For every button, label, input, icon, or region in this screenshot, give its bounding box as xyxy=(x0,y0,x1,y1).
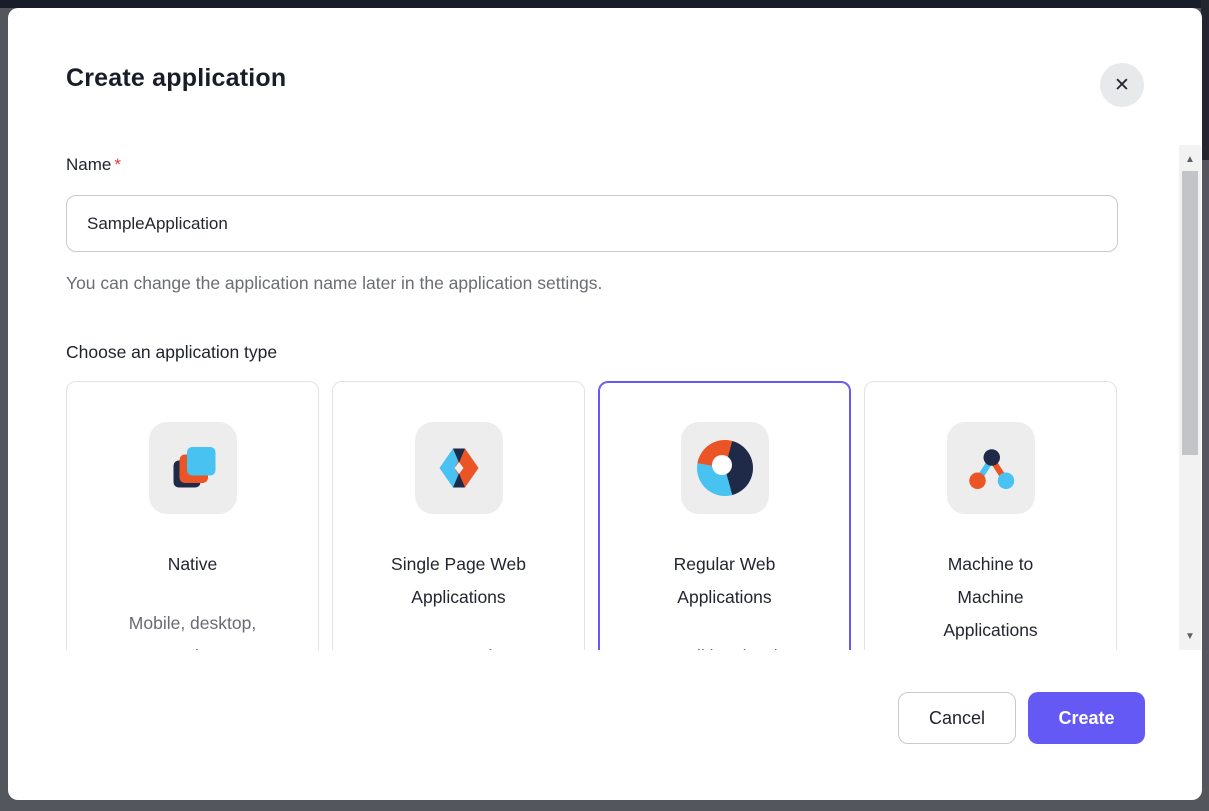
native-stacked-squares-icon xyxy=(163,438,223,498)
name-label: Name* xyxy=(66,155,121,175)
card-title: Native xyxy=(168,548,218,581)
scrollbar-thumb[interactable] xyxy=(1182,171,1198,455)
scroll-down-arrow[interactable]: ▼ xyxy=(1179,624,1201,648)
card-single-page-web[interactable]: Single Page Web Applications A JavaScrip… xyxy=(332,381,585,650)
card-regular-web[interactable]: Regular Web Applications Traditional web xyxy=(598,381,851,650)
m2m-icon-tile xyxy=(947,422,1035,514)
card-native[interactable]: Native Mobile, desktop, CLI and smart xyxy=(66,381,319,650)
spa-diamonds-icon xyxy=(429,438,489,498)
create-button[interactable]: Create xyxy=(1028,692,1145,744)
card-title: Machine to Machine Applications xyxy=(943,548,1037,647)
regular-web-icon-tile xyxy=(681,422,769,514)
dialog-scroll-area: Name* You can change the application nam… xyxy=(8,145,1172,650)
card-title: Single Page Web Applications xyxy=(391,548,526,614)
native-icon-tile xyxy=(149,422,237,514)
vertical-scrollbar[interactable]: ▲ ▼ xyxy=(1179,145,1201,650)
create-application-dialog: Create application ✕ Name* You can chang… xyxy=(8,8,1202,800)
application-name-input[interactable] xyxy=(66,195,1118,252)
card-description: Traditional web xyxy=(665,640,783,650)
page-behind-header xyxy=(0,0,1209,8)
card-description: A JavaScript xyxy=(410,640,507,650)
page-behind-right-edge xyxy=(1201,0,1209,160)
required-asterisk: * xyxy=(114,155,121,174)
scroll-up-arrow[interactable]: ▲ xyxy=(1179,147,1201,171)
spa-icon-tile xyxy=(415,422,503,514)
close-button[interactable]: ✕ xyxy=(1100,63,1144,107)
cancel-button[interactable]: Cancel xyxy=(898,692,1016,744)
close-icon: ✕ xyxy=(1114,74,1130,97)
regular-web-ring-icon xyxy=(697,440,753,496)
card-machine-to-machine[interactable]: Machine to Machine Applications xyxy=(864,381,1117,650)
machine-to-machine-nodes-icon xyxy=(961,438,1021,498)
card-description: Mobile, desktop, CLI and smart xyxy=(129,607,256,650)
name-helper-text: You can change the application name late… xyxy=(66,273,602,294)
dialog-title: Create application xyxy=(66,64,286,93)
dialog-footer: Cancel Create xyxy=(8,684,1202,754)
card-title: Regular Web Applications xyxy=(674,548,776,614)
application-type-cards: Native Mobile, desktop, CLI and smart Si… xyxy=(66,381,1117,650)
application-type-label: Choose an application type xyxy=(66,342,277,363)
